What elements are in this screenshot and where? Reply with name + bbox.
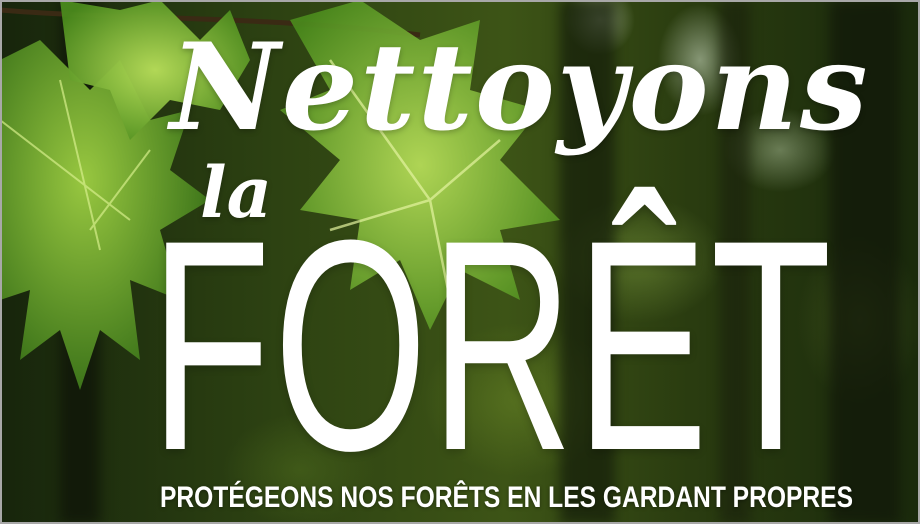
- title-main: FORÊT: [150, 177, 835, 513]
- title-script: Nettoyons: [170, 17, 870, 158]
- poster: Nettoyons la FORÊT PROTÉGEONS NOS FORÊTS…: [0, 0, 920, 524]
- tagline: PROTÉGEONS NOS FORÊTS EN LES GARDANT PRO…: [160, 481, 853, 514]
